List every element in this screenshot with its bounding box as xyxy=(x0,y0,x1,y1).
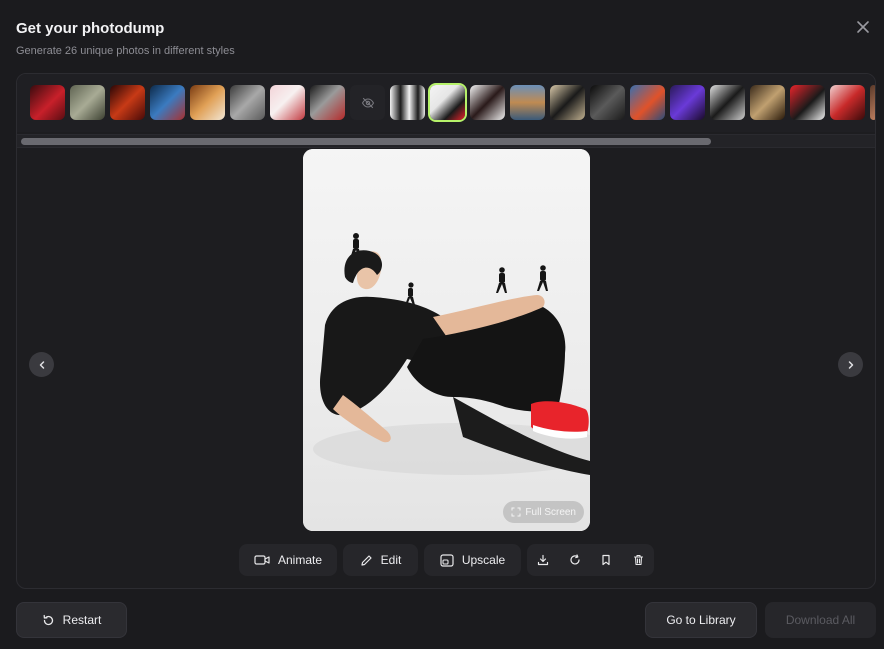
download-all-button[interactable]: Download All xyxy=(765,602,876,638)
chevron-right-icon xyxy=(848,360,853,369)
restart-icon xyxy=(43,614,53,625)
upscale-button[interactable]: Upscale xyxy=(424,544,521,576)
video-icon xyxy=(254,555,270,565)
bookmark-icon xyxy=(602,554,610,566)
thumbnail-2[interactable] xyxy=(70,85,105,120)
thumbnail-selected[interactable] xyxy=(430,85,465,120)
thumbnail-18[interactable] xyxy=(710,85,745,120)
download-all-label: Download All xyxy=(785,613,856,627)
thumbnail-12[interactable] xyxy=(470,85,505,120)
upscale-icon xyxy=(440,553,454,567)
preview-image: Full Screen xyxy=(303,149,590,531)
regenerate-button[interactable] xyxy=(564,549,586,571)
upscale-label: Upscale xyxy=(461,553,506,567)
expand-icon xyxy=(511,507,521,517)
restart-label: Restart xyxy=(62,613,102,627)
eye-off-icon xyxy=(361,97,374,108)
thumbnail-10[interactable] xyxy=(390,85,425,120)
thumbnail-3[interactable] xyxy=(110,85,145,120)
animate-button[interactable]: Animate xyxy=(239,544,337,576)
pencil-icon xyxy=(361,554,372,566)
thumbnail-strip[interactable] xyxy=(17,74,875,132)
thumbnail-14[interactable] xyxy=(550,85,585,120)
modal-subtitle: Generate 26 unique photos in different s… xyxy=(16,45,235,57)
previous-button[interactable] xyxy=(29,352,54,377)
photodump-modal: Get your photodump Generate 26 unique ph… xyxy=(0,0,884,649)
thumbnail-19[interactable] xyxy=(750,85,785,120)
close-button[interactable] xyxy=(854,18,872,36)
trash-icon xyxy=(633,554,643,566)
chevron-left-icon xyxy=(39,360,44,369)
delete-button[interactable] xyxy=(627,549,649,571)
bookmark-button[interactable] xyxy=(595,549,617,571)
refresh-icon xyxy=(570,554,580,565)
thumbnail-8[interactable] xyxy=(310,85,345,120)
edit-button[interactable]: Edit xyxy=(343,544,418,576)
thumbnail-13[interactable] xyxy=(510,85,545,120)
thumbnail-22[interactable] xyxy=(870,85,875,120)
fullscreen-button[interactable]: Full Screen xyxy=(503,501,584,523)
animate-label: Animate xyxy=(277,553,323,567)
thumbnail-7[interactable] xyxy=(270,85,305,120)
thumbnail-scrollbar[interactable] xyxy=(17,134,875,148)
thumbnail-5[interactable] xyxy=(190,85,225,120)
thumbnail-15[interactable] xyxy=(590,85,625,120)
quick-actions-group xyxy=(527,544,654,576)
fullscreen-label: Full Screen xyxy=(525,506,576,518)
thumbnail-21[interactable] xyxy=(830,85,865,120)
go-to-library-button[interactable]: Go to Library xyxy=(645,602,757,638)
edit-label: Edit xyxy=(380,553,402,567)
thumbnail-20[interactable] xyxy=(790,85,825,120)
thumbnail-4[interactable] xyxy=(150,85,185,120)
photo-illustration xyxy=(303,149,590,531)
photo-panel: Full Screen Animate Edit Upscale xyxy=(16,73,876,589)
thumbnail-hidden[interactable] xyxy=(350,85,385,120)
scrollbar-thumb[interactable] xyxy=(21,138,711,145)
thumbnail-17[interactable] xyxy=(670,85,705,120)
thumbnail-16[interactable] xyxy=(630,85,665,120)
restart-button[interactable]: Restart xyxy=(16,602,127,638)
next-button[interactable] xyxy=(838,352,863,377)
download-button[interactable] xyxy=(532,549,554,571)
download-icon xyxy=(537,554,548,566)
thumbnail-6[interactable] xyxy=(230,85,265,120)
close-icon xyxy=(857,21,869,33)
modal-title: Get your photodump xyxy=(16,20,165,37)
thumbnail-1[interactable] xyxy=(30,85,65,120)
library-label: Go to Library xyxy=(666,613,736,627)
